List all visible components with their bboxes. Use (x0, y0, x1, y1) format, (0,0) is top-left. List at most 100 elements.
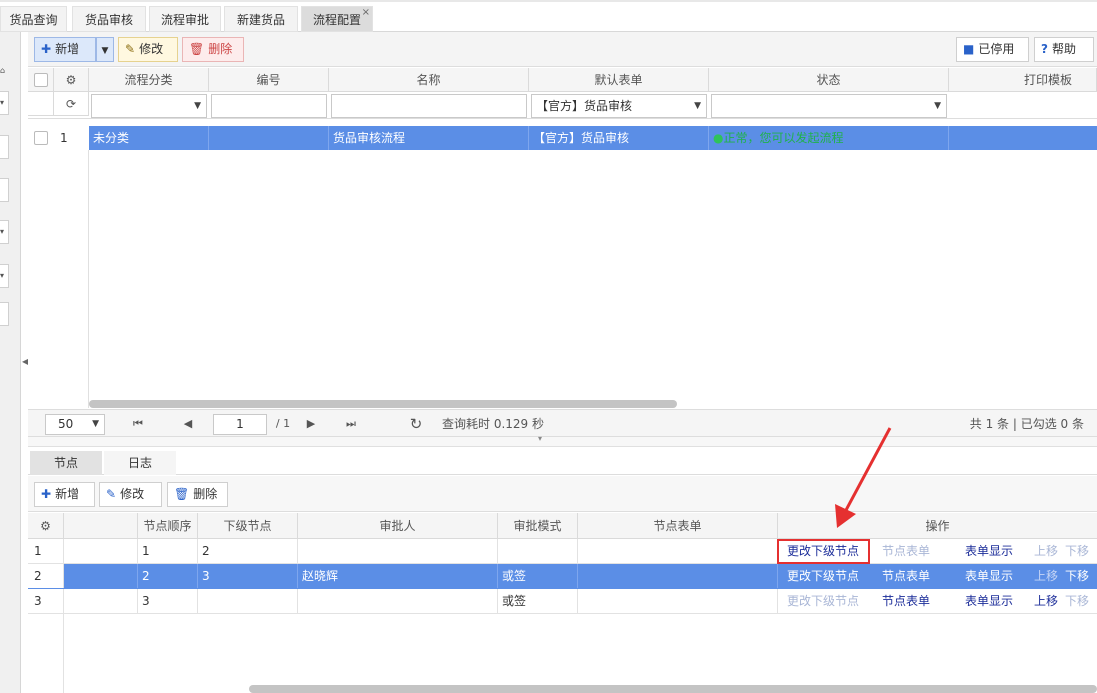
name-filter-input[interactable] (331, 94, 527, 118)
page-size-select[interactable]: 50 ▼ (45, 414, 105, 435)
gutter-divider (63, 614, 64, 693)
node-form-link[interactable]: 节点表单 (882, 589, 930, 613)
tab-label: 货品查询 (9, 13, 58, 27)
disabled-filter-button[interactable]: ■ 已停用 (956, 37, 1029, 62)
add-button[interactable]: ✚ 新增 (34, 37, 96, 62)
move-up-link[interactable]: 上移 (1034, 589, 1058, 613)
left-field[interactable] (0, 178, 9, 202)
status-text: 正常，您可以发起流程 (723, 131, 844, 145)
form-display-link[interactable]: 表单显示 (965, 539, 1013, 563)
change-next-node-link[interactable]: 更改下级节点 (787, 564, 859, 588)
row-checkbox[interactable] (34, 131, 48, 145)
cell-form: 【官方】货品审核 (529, 126, 709, 150)
left-field[interactable] (0, 302, 9, 326)
pager: 50 ▼ ⏮ ◀ 1 / 1 ▶ ⏭ ↻ 查询耗时 0.129 秒 共 1 条 … (28, 409, 1097, 437)
table-row[interactable]: 1 1 2 更改下级节点 节点表单 表单显示 上移 下移 (28, 539, 1097, 564)
cell-next: 2 (198, 539, 298, 563)
next-page-icon[interactable]: ▶ (302, 414, 320, 434)
col-default-form[interactable]: 默认表单 (529, 68, 709, 92)
chevron-down-icon: ▾ (0, 98, 5, 107)
tab-new-goods[interactable]: 新建货品 (224, 6, 298, 32)
tab-bar: 货品查询 货品审核 流程审批 新建货品 流程配置 × (0, 0, 1097, 32)
cell-form (578, 564, 778, 588)
code-filter-input[interactable] (211, 94, 327, 118)
col-approver[interactable]: 审批人 (298, 513, 498, 539)
move-down-link[interactable]: 下移 (1065, 564, 1089, 588)
detail-tabs: 节点 日志 (28, 447, 1097, 475)
delete-label: 删除 (208, 42, 233, 56)
form-display-link[interactable]: 表单显示 (965, 589, 1013, 613)
edit-button[interactable]: ✎ 修改 (118, 37, 178, 62)
form-filter-value: 【官方】货品审核 (536, 99, 633, 113)
horizontal-scrollbar[interactable] (89, 400, 677, 408)
refresh-icon[interactable]: ⟳ (54, 92, 89, 116)
plus-icon: ✚ (41, 42, 52, 56)
cell-template (949, 126, 1097, 150)
col-code[interactable]: 编号 (209, 68, 329, 92)
node-delete-button[interactable]: 🗑 删除 (167, 482, 228, 507)
col-next-node[interactable]: 下级节点 (198, 513, 298, 539)
chevron-down-icon: ▼ (934, 101, 941, 111)
help-label: 帮助 (1051, 42, 1076, 56)
prev-page-icon[interactable]: ◀ (178, 414, 198, 434)
tab-flow-config[interactable]: 流程配置 × (301, 6, 373, 32)
col-print-template[interactable]: 打印模板 (949, 68, 1097, 92)
node-edit-button[interactable]: ✎ 修改 (99, 482, 162, 507)
add-dropdown-button[interactable]: ▼ (96, 37, 114, 62)
chevron-down-icon: ▾ (0, 227, 5, 236)
page-input[interactable]: 1 (213, 414, 267, 435)
square-icon: ■ (963, 42, 975, 56)
tab-goods-review[interactable]: 货品审核 (72, 6, 146, 32)
col-node-order[interactable]: 节点顺序 (138, 513, 198, 539)
gear-icon[interactable]: ⚙ (54, 68, 89, 92)
panel-splitter[interactable]: ▾ (28, 434, 1097, 447)
move-down-link[interactable]: 下移 (1065, 589, 1089, 613)
col-approve-mode[interactable]: 审批模式 (498, 513, 578, 539)
select-all-checkbox[interactable] (34, 73, 48, 87)
left-field[interactable] (0, 135, 9, 159)
move-up-link[interactable]: 上移 (1034, 539, 1058, 563)
gear-icon[interactable]: ⚙ (28, 513, 64, 539)
splitter-handle-icon[interactable]: ▾ (538, 434, 542, 443)
node-form-link[interactable]: 节点表单 (882, 564, 930, 588)
table-row[interactable]: 2 2 3 赵晓辉 或签 更改下级节点 节点表单 表单显示 上移 下移 (28, 564, 1097, 589)
tab-log[interactable]: 日志 (104, 451, 176, 475)
cell-form (578, 539, 778, 563)
change-next-node-link[interactable]: 更改下级节点 (787, 589, 859, 613)
category-filter-select[interactable]: ▼ (91, 94, 207, 118)
form-filter-select[interactable]: 【官方】货品审核 ▼ (531, 94, 707, 118)
close-icon[interactable]: × (362, 0, 370, 26)
last-page-icon[interactable]: ⏭ (341, 414, 361, 434)
first-page-icon[interactable]: ⏮ (128, 414, 148, 434)
node-delete-label: 删除 (193, 487, 218, 501)
cell-status: ●正常，您可以发起流程 (709, 126, 949, 150)
home-icon: ⌂ (0, 66, 6, 75)
edit-label: 修改 (139, 42, 164, 56)
annotation-arrow (835, 427, 892, 528)
add-label: 新增 (55, 42, 80, 56)
cell-approver (298, 589, 498, 613)
table-row[interactable]: 未分类 货品审核流程 【官方】货品审核 ●正常，您可以发起流程 (89, 126, 1097, 150)
node-add-button[interactable]: ✚ 新增 (34, 482, 95, 507)
form-display-link[interactable]: 表单显示 (965, 564, 1013, 588)
col-node-form[interactable]: 节点表单 (578, 513, 778, 539)
tab-flow-approval[interactable]: 流程审批 (149, 6, 221, 32)
col-category[interactable]: 流程分类 (89, 68, 209, 92)
highlight-box (777, 539, 870, 564)
move-up-link[interactable]: 上移 (1034, 564, 1058, 588)
tab-nodes[interactable]: 节点 (30, 451, 102, 475)
col-status[interactable]: 状态 (709, 68, 949, 92)
cell-mode (498, 539, 578, 563)
delete-button[interactable]: 🗑 删除 (182, 37, 244, 62)
status-filter-select[interactable]: ▼ (711, 94, 947, 118)
tab-goods-query[interactable]: 货品查询 (0, 6, 67, 32)
table-row[interactable]: 3 3 或签 更改下级节点 节点表单 表单显示 上移 下移 (28, 589, 1097, 614)
move-down-link[interactable]: 下移 (1065, 539, 1089, 563)
node-form-link[interactable]: 节点表单 (882, 539, 930, 563)
cell-form (578, 589, 778, 613)
refresh-icon[interactable]: ↻ (406, 414, 426, 434)
trash-icon: 🗑 (174, 487, 190, 501)
col-name[interactable]: 名称 (329, 68, 529, 92)
help-button[interactable]: ? 帮助 (1034, 37, 1094, 62)
node-horizontal-scrollbar[interactable] (249, 685, 1097, 693)
